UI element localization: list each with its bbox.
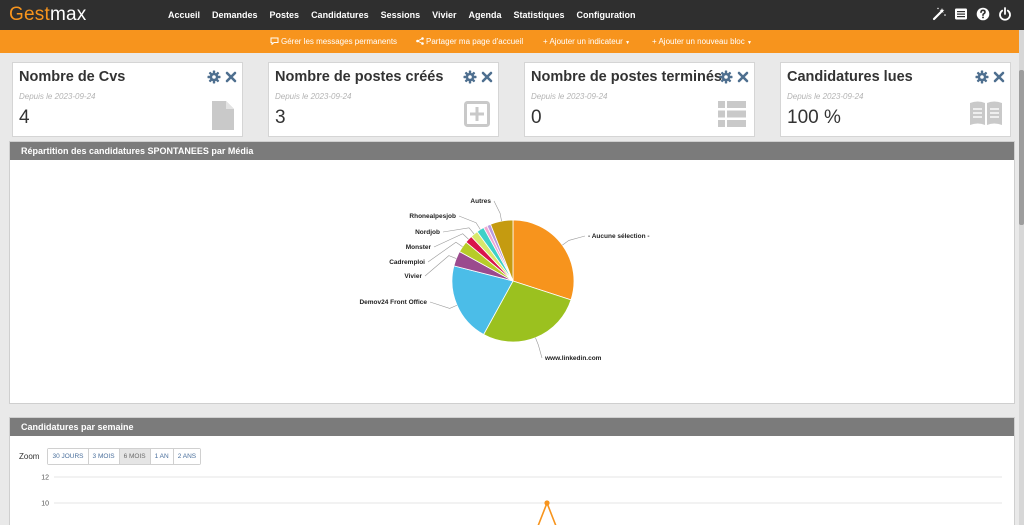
add-block-label: + Ajouter un nouveau bloc <box>652 37 745 46</box>
zoom-6-months-button[interactable]: 6 MOIS <box>119 449 151 464</box>
nav-item-vivier[interactable]: Vivier <box>426 0 462 30</box>
pie-slice-label: Monster <box>406 244 432 251</box>
caret-down-icon: ▼ <box>625 40 631 46</box>
nav-item-statistiques[interactable]: Statistiques <box>507 0 570 30</box>
panel-title: Répartition des candidatures SPONTANEES … <box>10 142 1014 160</box>
share-icon <box>416 37 424 45</box>
zoom-3-months-button[interactable]: 3 MOIS <box>88 449 120 464</box>
nav-item-agenda[interactable]: Agenda <box>462 0 507 30</box>
close-icon[interactable] <box>993 70 1005 84</box>
line-chart: 12 10 <box>41 475 1002 525</box>
pie-slice-label: Demov24 Front Office <box>359 299 427 306</box>
gear-icon[interactable] <box>975 70 989 84</box>
help-icon[interactable] <box>976 7 990 21</box>
share-home-link[interactable]: Partager ma page d'accueil <box>416 36 523 47</box>
card-value: 4 <box>19 107 30 128</box>
zoom-1-year-button[interactable]: 1 AN <box>150 449 174 464</box>
pie-label-connector <box>429 301 458 309</box>
pie-label-connector <box>458 215 481 230</box>
stat-card-postes-crees: Nombre de postes créés Depuis le 2023-09… <box>268 62 499 137</box>
weekly-applications-panel: Candidatures par semaine 12 10 Zoom 30 JO… <box>9 417 1015 525</box>
nav-item-demandes[interactable]: Demandes <box>206 0 264 30</box>
nav-item-configuration[interactable]: Configuration <box>571 0 642 30</box>
caret-down-icon: ▼ <box>746 40 752 46</box>
stat-card-cvs: Nombre de Cvs Depuis le 2023-09-24 4 <box>12 62 243 137</box>
share-home-label: Partager ma page d'accueil <box>426 37 524 46</box>
file-icon <box>212 101 234 130</box>
news-icon[interactable] <box>954 7 968 21</box>
magic-wand-icon[interactable] <box>932 7 946 21</box>
gestmax-logo[interactable]: Gestmax <box>9 3 86 27</box>
line-point[interactable] <box>544 500 550 506</box>
zoom-30-days-button[interactable]: 30 JOURS <box>48 449 89 464</box>
close-icon[interactable] <box>481 70 493 84</box>
pie-slice-label: Rhonealpesjob <box>409 213 456 220</box>
pie-slice-label: Nordjob <box>415 229 440 236</box>
nav-item-sessions[interactable]: Sessions <box>375 0 427 30</box>
logo-part-2: max <box>49 4 87 25</box>
add-indicator-dropdown[interactable]: + Ajouter un indicateur ▼ <box>543 36 630 49</box>
card-title: Nombre de postes terminés <box>531 69 722 85</box>
pie-label-connector <box>535 337 543 359</box>
pie-slice-label: - Aucune sélection - <box>588 233 650 240</box>
gear-icon[interactable] <box>719 70 733 84</box>
gear-icon[interactable] <box>463 70 477 84</box>
card-date: Depuis le 2023-09-24 <box>275 92 352 101</box>
manage-messages-link[interactable]: Gérer les messages permanents <box>270 36 397 47</box>
card-value: 3 <box>275 107 286 128</box>
pie-label-connector <box>562 235 586 246</box>
y-axis-tick-label: 12 <box>41 475 49 482</box>
power-icon[interactable] <box>998 7 1012 21</box>
page-scrollbar[interactable] <box>1019 30 1024 525</box>
nav-item-accueil[interactable]: Accueil <box>162 0 206 30</box>
main-nav: Accueil Demandes Postes Candidatures Ses… <box>162 0 642 30</box>
add-block-dropdown[interactable]: + Ajouter un nouveau bloc ▼ <box>652 36 752 49</box>
zoom-button-group: 30 JOURS 3 MOIS 6 MOIS 1 AN 2 ANS <box>47 448 202 465</box>
nav-item-candidatures[interactable]: Candidatures <box>305 0 375 30</box>
pie-slice-label: Vivier <box>404 273 422 280</box>
y-axis-tick-label: 10 <box>41 501 49 508</box>
comment-icon <box>270 37 279 46</box>
pie-label-connector <box>442 227 475 235</box>
card-title: Nombre de Cvs <box>19 69 126 85</box>
pie-slice-label: www.linkedin.com <box>544 355 602 362</box>
pie-label-connector <box>493 200 502 222</box>
close-icon[interactable] <box>225 70 237 84</box>
card-title: Candidatures lues <box>787 69 913 85</box>
logo-part-1: Gest <box>9 4 50 25</box>
pie-slice-label: Cadremploi <box>389 259 425 266</box>
zoom-2-years-button[interactable]: 2 ANS <box>173 449 201 464</box>
line-series <box>537 500 557 525</box>
home-toolbar: Gérer les messages permanents Partager m… <box>0 30 1019 53</box>
card-value: 100 % <box>787 107 841 128</box>
card-date: Depuis le 2023-09-24 <box>19 92 96 101</box>
pie-chart: - Aucune sélection - www.linkedin.com Demo… <box>359 198 650 362</box>
stat-card-candidatures-lues: Candidatures lues Depuis le 2023-09-24 1… <box>780 62 1011 137</box>
card-date: Depuis le 2023-09-24 <box>787 92 864 101</box>
nav-item-postes[interactable]: Postes <box>264 0 306 30</box>
stat-card-postes-termines: Nombre de postes terminés Depuis le 2023… <box>524 62 755 137</box>
manage-messages-label: Gérer les messages permanents <box>281 37 398 46</box>
close-icon[interactable] <box>737 70 749 84</box>
pie-label-connector <box>424 255 457 277</box>
table-list-icon <box>718 101 746 127</box>
add-indicator-label: + Ajouter un indicateur <box>543 37 623 46</box>
card-title: Nombre de postes créés <box>275 69 444 85</box>
top-navbar: Gestmax Accueil Demandes Postes Candidat… <box>0 0 1024 30</box>
card-value: 0 <box>531 107 542 128</box>
pie-chart-panel: Répartition des candidatures SPONTANEES … <box>9 141 1015 404</box>
scrollbar-thumb[interactable] <box>1019 70 1024 225</box>
plus-square-icon <box>464 101 490 127</box>
gear-icon[interactable] <box>207 70 221 84</box>
card-date: Depuis le 2023-09-24 <box>531 92 608 101</box>
pie-slice-label: Autres <box>470 198 491 205</box>
zoom-label: Zoom <box>19 452 40 461</box>
open-book-icon <box>970 101 1002 125</box>
